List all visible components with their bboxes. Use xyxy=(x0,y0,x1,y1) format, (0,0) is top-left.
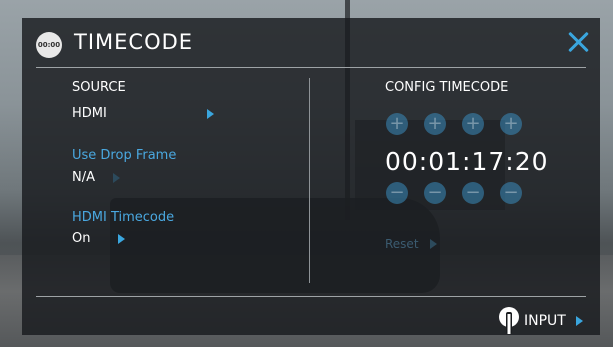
hours-minus-button[interactable]: − xyxy=(386,182,408,204)
seconds-plus-button[interactable]: + xyxy=(462,113,484,135)
frames-plus-button[interactable]: + xyxy=(500,113,522,135)
minutes-plus-button[interactable]: + xyxy=(424,113,446,135)
hours-plus-button[interactable]: + xyxy=(386,113,408,135)
close-icon[interactable] xyxy=(565,28,593,56)
input-button[interactable]: INPUT xyxy=(524,313,566,329)
source-chevron-icon[interactable] xyxy=(207,109,214,119)
plus-icon: + xyxy=(465,113,481,134)
timecode-logo-icon: 00:00 xyxy=(36,32,62,58)
drop-frame-label: Use Drop Frame xyxy=(72,148,177,163)
frames-minus-button[interactable]: − xyxy=(500,182,522,204)
source-heading: SOURCE xyxy=(72,80,126,95)
plus-icon: + xyxy=(427,113,443,134)
minutes-minus-button[interactable]: − xyxy=(424,182,446,204)
page-title: TIMECODE xyxy=(74,30,194,54)
hdmi-timecode-label: HDMI Timecode xyxy=(72,210,175,225)
source-value[interactable]: HDMI xyxy=(72,106,107,121)
input-chevron-icon[interactable] xyxy=(576,316,583,326)
divider-top xyxy=(36,67,586,68)
reset-chevron-icon[interactable] xyxy=(430,239,437,249)
minus-icon: − xyxy=(427,182,443,203)
seconds-minus-button[interactable]: − xyxy=(462,182,484,204)
minus-icon: − xyxy=(503,182,519,203)
plus-icon: + xyxy=(389,113,405,134)
minus-icon: − xyxy=(465,182,481,203)
plus-icon: + xyxy=(503,113,519,134)
timecode-display: 00:01:17:20 xyxy=(385,147,549,176)
drop-frame-value: N/A xyxy=(72,170,95,185)
input-connector-icon xyxy=(499,307,519,334)
reset-button[interactable]: Reset xyxy=(385,237,419,251)
minus-icon: − xyxy=(389,182,405,203)
config-timecode-heading: CONFIG TIMECODE xyxy=(385,80,509,95)
drop-frame-chevron-icon xyxy=(113,173,120,183)
divider-bottom xyxy=(36,296,586,297)
hdmi-timecode-value[interactable]: On xyxy=(72,231,90,246)
divider-vertical xyxy=(309,78,310,283)
timecode-panel xyxy=(22,18,600,335)
hdmi-timecode-chevron-icon[interactable] xyxy=(118,234,125,244)
